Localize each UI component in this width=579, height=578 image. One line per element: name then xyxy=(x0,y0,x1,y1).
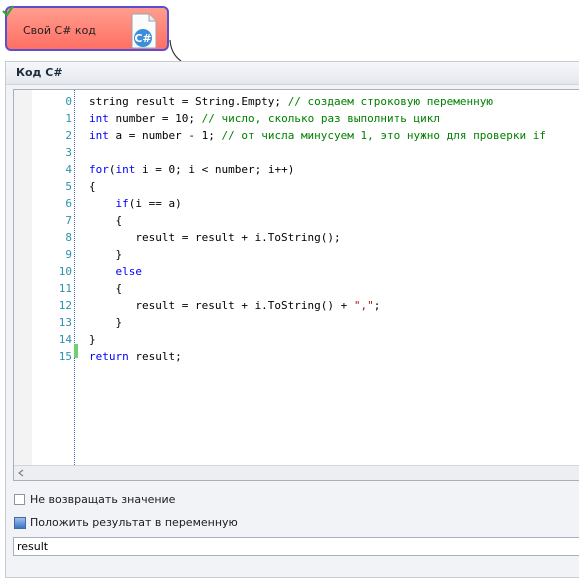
code-line[interactable]: 12 result = result + i.ToString() + ","; xyxy=(14,297,574,314)
code-text[interactable]: for(int i = 0; i < number; i++) xyxy=(89,161,294,178)
line-number: 11 xyxy=(58,282,72,295)
code-token: // число, сколько раз выполнить цикл xyxy=(201,112,441,125)
code-token: result = result + i.ToString() + xyxy=(89,299,354,312)
code-token: { xyxy=(89,180,96,193)
code-text[interactable]: else xyxy=(89,263,143,280)
code-line[interactable]: 15 return result; xyxy=(14,348,574,365)
code-line[interactable]: 1 int number = 10; // число, сколько раз … xyxy=(14,110,574,127)
line-number: 13 xyxy=(58,316,72,329)
code-text[interactable]: if(i == a) xyxy=(89,195,182,212)
csharp-file-icon: C# xyxy=(131,13,157,49)
line-number: 8 xyxy=(65,231,72,244)
line-number: 15 xyxy=(58,350,72,363)
line-number: 10 xyxy=(58,265,72,278)
put-result-option[interactable]: Положить результат в переменную xyxy=(14,516,314,532)
code-token: // от числа минусуем 1, это нужно для пр… xyxy=(221,129,546,142)
code-token: return xyxy=(89,350,129,363)
line-number: 4 xyxy=(65,163,72,176)
code-token: a = number - xyxy=(108,129,202,142)
code-token: string result = String.Empty; xyxy=(89,95,288,108)
code-token: int xyxy=(89,129,109,142)
line-number: 0 xyxy=(65,95,72,108)
code-token: "," xyxy=(353,299,374,312)
code-text[interactable]: return result; xyxy=(89,348,182,365)
line-number: 14 xyxy=(58,333,72,346)
code-text[interactable]: { xyxy=(89,212,122,229)
code-line[interactable]: 11 { xyxy=(14,280,574,297)
code-token: if xyxy=(115,197,129,210)
code-token: result; xyxy=(128,350,182,363)
no-return-option[interactable]: Не возвращать значение xyxy=(14,493,314,509)
code-text[interactable]: result = result + i.ToString(); xyxy=(89,229,341,246)
code-token: i = 0; i < number; i++) xyxy=(135,163,295,176)
code-editor[interactable]: 0 string result = String.Empty; // создае… xyxy=(13,89,579,481)
code-token: for xyxy=(89,163,109,176)
line-number: 1 xyxy=(65,112,72,125)
line-number: 7 xyxy=(65,214,72,227)
code-text[interactable]: string result = String.Empty; // создаем… xyxy=(89,93,493,110)
code-text[interactable]: int number = 10; // число, сколько раз в… xyxy=(89,110,440,127)
code-token: ; xyxy=(208,129,222,142)
line-number: 12 xyxy=(58,299,72,312)
code-line[interactable]: 5{ xyxy=(14,178,574,195)
code-token: int xyxy=(89,112,109,125)
code-text[interactable]: } xyxy=(89,314,122,331)
no-return-label[interactable]: Не возвращать значение xyxy=(30,493,175,506)
code-token: } xyxy=(89,316,123,329)
code-token: { xyxy=(89,214,123,227)
code-token: ; xyxy=(188,112,202,125)
code-line[interactable]: 10 else xyxy=(14,263,574,280)
put-result-label[interactable]: Положить результат в переменную xyxy=(30,516,238,529)
code-line[interactable]: 6 if(i == a) xyxy=(14,195,574,212)
code-text[interactable]: result = result + i.ToString() + ","; xyxy=(89,297,380,314)
code-token: 10 xyxy=(175,112,189,125)
line-number: 6 xyxy=(65,197,72,210)
code-line[interactable]: 0 string result = String.Empty; // создае… xyxy=(14,93,574,110)
code-text[interactable]: { xyxy=(89,280,122,297)
code-token: ; xyxy=(373,299,381,312)
code-text[interactable]: } xyxy=(89,246,122,263)
code-line[interactable]: 8 result = result + i.ToString(); xyxy=(14,229,574,246)
svg-text:C#: C# xyxy=(134,32,151,45)
code-node[interactable]: Свой C# код C# xyxy=(2,5,169,51)
node-connector xyxy=(169,40,182,62)
result-variable-input[interactable] xyxy=(13,537,579,556)
node-title: Свой C# код xyxy=(23,24,96,37)
code-token: } xyxy=(89,333,96,346)
code-line[interactable]: 4 for(int i = 0; i < number; i++) xyxy=(14,161,574,178)
put-result-checkbox[interactable] xyxy=(14,517,26,529)
code-token: // создаем строковую переменную xyxy=(287,95,493,108)
line-number: 2 xyxy=(65,129,72,142)
green-check-icon xyxy=(2,5,14,17)
code-token: number = xyxy=(108,112,176,125)
code-token: } xyxy=(89,248,123,261)
code-line[interactable]: 13 } xyxy=(14,314,574,331)
line-number: 9 xyxy=(65,248,72,261)
code-panel: Код C# 0 string result = String.Empty; //… xyxy=(5,61,579,578)
code-token: ( xyxy=(108,163,116,176)
code-text[interactable]: } xyxy=(89,331,96,348)
scroll-left-arrow-icon[interactable] xyxy=(16,468,26,478)
panel-title: Код C# xyxy=(16,66,63,79)
horizontal-scrollbar[interactable] xyxy=(14,465,579,480)
code-token: (i == a) xyxy=(128,197,182,210)
code-token: int xyxy=(115,163,136,176)
code-line[interactable]: 2 int a = number - 1; // от числа минусуе… xyxy=(14,127,574,144)
code-line[interactable]: 14} xyxy=(14,331,574,348)
code-token: result = result + i.ToString(); xyxy=(89,231,341,244)
code-token: else xyxy=(115,265,143,278)
code-line[interactable]: 9 } xyxy=(14,246,574,263)
no-return-checkbox[interactable] xyxy=(14,494,25,505)
code-line[interactable]: 7 { xyxy=(14,212,574,229)
panel-header: Код C# xyxy=(6,62,579,85)
code-line[interactable]: 3 xyxy=(14,144,574,161)
code-text[interactable]: int a = number - 1; // от числа минусуем… xyxy=(89,127,546,144)
line-number: 5 xyxy=(65,180,72,193)
code-token: { xyxy=(89,282,123,295)
code-text[interactable]: { xyxy=(89,178,96,195)
line-number: 3 xyxy=(65,146,72,159)
